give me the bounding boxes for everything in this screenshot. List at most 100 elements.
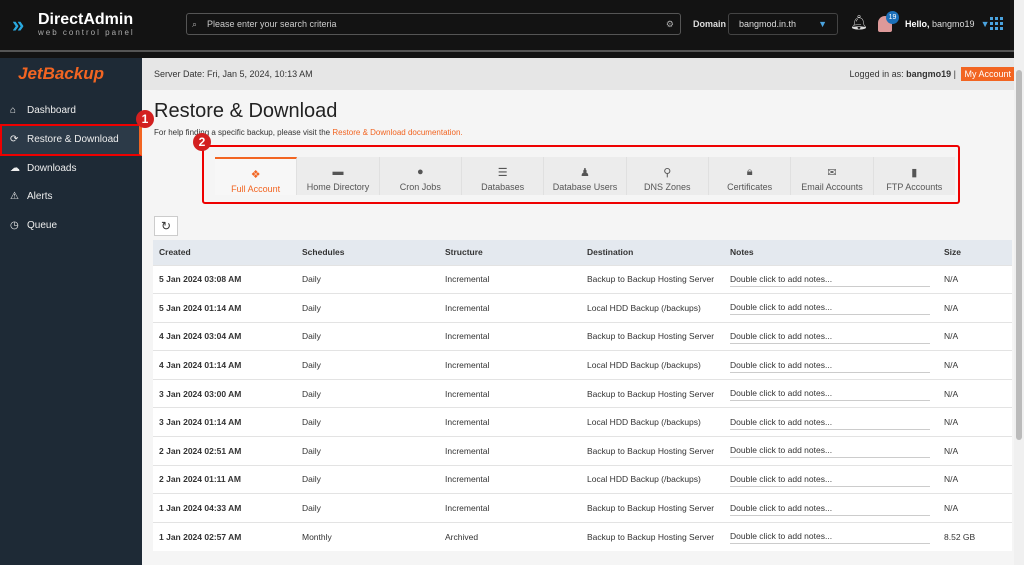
search-input[interactable]: ⌕ Please enter your search criteria ⚙	[186, 13, 681, 35]
map-marker-icon: ⚲	[663, 167, 672, 179]
size-cell: N/A	[938, 293, 1012, 323]
sidebar-item-queue[interactable]: ◷ Queue	[0, 211, 142, 240]
created-cell: 5 Jan 2024 03:08 AM	[153, 264, 296, 294]
documentation-link[interactable]: Restore & Download documentation.	[332, 128, 462, 137]
tab-email-accounts[interactable]: ✉ Email Accounts	[791, 157, 874, 195]
column-header[interactable]: Notes	[724, 240, 938, 265]
backup-type-tabs: ❖ Full Account ▬ Home Directory ● Cron Jobs…	[215, 157, 955, 195]
table-row[interactable]: 4 Jan 2024 01:14 AM Daily Incremental Local…	[153, 350, 1012, 380]
brand-tagline: web control panel	[38, 28, 135, 37]
notes-field[interactable]: Double click to add notes...	[730, 415, 930, 430]
tab-home-directory[interactable]: ▬ Home Directory	[297, 157, 380, 195]
schedule-cell: Daily	[296, 321, 439, 351]
destination-cell: Backup to Backup Hosting Server	[581, 264, 724, 294]
tab-dns-zones[interactable]: ⚲ DNS Zones	[627, 157, 709, 195]
jetbackup-logo[interactable]: JetBackup	[18, 64, 104, 84]
sidebar-item-downloads[interactable]: ☁ Downloads	[0, 154, 142, 183]
cubes-icon: ❖	[250, 169, 261, 181]
notes-field[interactable]: Double click to add notes...	[730, 443, 930, 459]
chevron-down-icon: ▼	[980, 19, 990, 29]
destination-cell: Local HDD Backup (/backups)	[581, 407, 724, 437]
created-cell: 3 Jan 2024 01:14 AM	[153, 407, 296, 437]
refresh-icon: ⟳	[10, 134, 19, 145]
gear-icon[interactable]: ⚙	[666, 14, 674, 34]
sidebar-item-label: Queue	[27, 220, 58, 231]
hello-label: Hello,	[905, 19, 930, 29]
my-account-button[interactable]: My Account	[961, 67, 1014, 81]
notes-cell[interactable]: Double click to add notes...	[724, 493, 938, 523]
notes-cell[interactable]: Double click to add notes...	[724, 436, 938, 466]
table-row[interactable]: 5 Jan 2024 03:08 AM Daily Incremental Backu…	[153, 264, 1012, 294]
page-title: Restore & Download	[154, 100, 338, 122]
notes-field[interactable]: Double click to add notes...	[730, 300, 930, 316]
column-header[interactable]: Size	[938, 240, 1012, 265]
notes-cell[interactable]: Double click to add notes...	[724, 407, 938, 437]
username: bangmo19	[932, 19, 975, 29]
sidebar-item-dashboard[interactable]: ⌂ Dashboard	[0, 96, 142, 125]
brand-name: DirectAdmin	[38, 11, 134, 28]
destination-cell: Backup to Backup Hosting Server	[581, 321, 724, 351]
tab-ftp-accounts[interactable]: ▮ FTP Accounts	[874, 157, 955, 195]
notes-cell[interactable]: Double click to add notes...	[724, 321, 938, 351]
search-icon: ⌕	[192, 19, 198, 29]
directadmin-logo-icon: »	[12, 11, 25, 37]
search-placeholder: Please enter your search criteria	[207, 19, 337, 29]
tab-full-account[interactable]: ❖ Full Account	[215, 157, 298, 195]
table-row[interactable]: 5 Jan 2024 01:14 AM Daily Incremental Local…	[153, 293, 1012, 323]
structure-cell: Incremental	[439, 293, 581, 323]
sidebar-item-alerts[interactable]: ⚠ Alerts	[0, 182, 142, 211]
help-prefix: For help finding a specific backup, plea…	[154, 128, 331, 137]
notes-field[interactable]: Double click to add notes...	[730, 386, 930, 402]
domain-select[interactable]: bangmod.in.th ▼	[728, 13, 838, 35]
column-header[interactable]: Structure	[439, 240, 581, 265]
notes-field[interactable]: Double click to add notes...	[730, 329, 930, 344]
notes-field[interactable]: Double click to add notes...	[730, 472, 930, 487]
column-header[interactable]: Created	[153, 240, 296, 265]
step-marker-1: 1	[136, 110, 154, 128]
table-row[interactable]: 4 Jan 2024 03:04 AM Daily Incremental Backu…	[153, 321, 1012, 351]
notes-cell[interactable]: Double click to add notes...	[724, 264, 938, 294]
sidebar-item-restore-download[interactable]: ⟳ Restore & Download	[0, 124, 142, 156]
column-header[interactable]: Schedules	[296, 240, 439, 265]
bell-icon[interactable]: 🔔︎	[850, 14, 868, 31]
apps-grid-icon[interactable]	[990, 17, 1003, 30]
structure-cell: Incremental	[439, 407, 581, 437]
structure-cell: Incremental	[439, 264, 581, 294]
destination-cell: Backup to Backup Hosting Server	[581, 436, 724, 466]
directadmin-logo[interactable]: » DirectAdmin web control panel	[12, 11, 135, 38]
tab-cron-jobs[interactable]: ● Cron Jobs	[380, 157, 462, 195]
warning-icon: ⚠	[10, 191, 19, 202]
table-row[interactable]: 3 Jan 2024 03:00 AM Daily Incremental Backu…	[153, 378, 1012, 408]
destination-cell: Local HDD Backup (/backups)	[581, 464, 724, 494]
table-row[interactable]: 1 Jan 2024 04:33 AM Daily Incremental Backu…	[153, 493, 1012, 523]
tab-certificates[interactable]: 🔒︎ Certificates	[709, 157, 792, 195]
table-row[interactable]: 2 Jan 2024 02:51 AM Daily Incremental Backu…	[153, 436, 1012, 466]
notes-cell[interactable]: Double click to add notes...	[724, 350, 938, 380]
table-row[interactable]: 3 Jan 2024 01:14 AM Daily Incremental Local…	[153, 407, 1012, 437]
notes-field[interactable]: Double click to add notes...	[730, 358, 930, 373]
destination-cell: Local HDD Backup (/backups)	[581, 350, 724, 380]
refresh-button[interactable]: ↻	[154, 216, 178, 236]
scrollbar-thumb[interactable]	[1016, 70, 1022, 440]
notes-field[interactable]: Double click to add notes...	[730, 501, 930, 516]
table-row[interactable]: 2 Jan 2024 01:11 AM Daily Incremental Local…	[153, 464, 1012, 494]
notes-cell[interactable]: Double click to add notes...	[724, 464, 938, 494]
tab-databases[interactable]: ☰ Databases	[462, 157, 545, 195]
tab-label: Cron Jobs	[399, 182, 441, 192]
user-clock-icon: ●	[416, 166, 424, 178]
schedule-cell: Daily	[296, 264, 439, 294]
notes-field[interactable]: Double click to add notes...	[730, 529, 930, 545]
folder-icon: ▬	[332, 166, 344, 178]
created-cell: 2 Jan 2024 02:51 AM	[153, 436, 296, 466]
structure-cell: Incremental	[439, 464, 581, 494]
column-header[interactable]: Destination	[581, 240, 724, 265]
notes-field[interactable]: Double click to add notes...	[730, 272, 930, 287]
notes-cell[interactable]: Double click to add notes...	[724, 521, 938, 551]
created-cell: 2 Jan 2024 01:11 AM	[153, 464, 296, 494]
tab-database-users[interactable]: ♟ Database Users	[544, 157, 627, 195]
scrollbar[interactable]	[1014, 0, 1024, 565]
notes-cell[interactable]: Double click to add notes...	[724, 293, 938, 323]
notes-cell[interactable]: Double click to add notes...	[724, 378, 938, 408]
user-menu[interactable]: Hello, bangmo19 ▼	[905, 19, 990, 29]
table-row[interactable]: 1 Jan 2024 02:57 AM Monthly Archived Backup…	[153, 521, 1012, 551]
